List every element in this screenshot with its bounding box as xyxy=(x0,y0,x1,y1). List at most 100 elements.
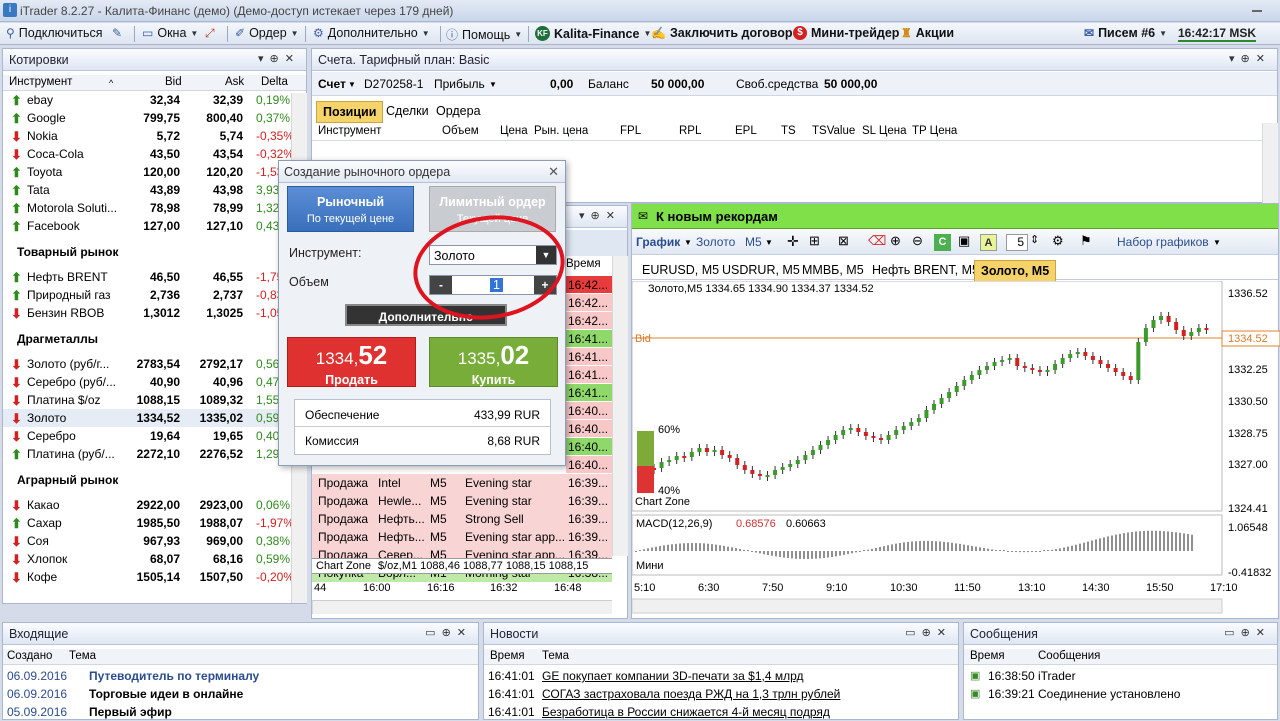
inbox-row[interactable]: 06.09.2016 Торговые идеи в онлайне xyxy=(3,685,478,703)
news-row[interactable]: 16:41:01 GE покупает компании 3D-печати з… xyxy=(484,667,958,685)
signal-time[interactable]: 16:40... xyxy=(566,438,612,455)
col-bid[interactable]: Bid xyxy=(165,76,182,88)
chevron-down-icon[interactable]: ▼ xyxy=(348,80,356,89)
quote-row[interactable]: ⬆ Сахар 1985,50 1988,07 -1,97% xyxy=(3,514,306,532)
signal-row[interactable]: Продажа Нефть... M5 Strong Sell 16:39... xyxy=(312,510,612,528)
account-id[interactable]: D270258-1 xyxy=(364,77,423,91)
col-rpl[interactable]: RPL xyxy=(679,125,701,137)
quote-row[interactable]: ⬆ Motorola Soluti... 78,98 78,99 1,32 xyxy=(3,199,306,217)
signal-time[interactable]: 16:40... xyxy=(566,420,612,437)
tab-micex[interactable]: ММВБ, M5 xyxy=(796,260,870,280)
col-time[interactable]: Время xyxy=(566,258,601,270)
col-volume[interactable]: Объем xyxy=(442,125,479,137)
quote-row[interactable]: ⬇ Кофе 1505,14 1507,50 -0,20% xyxy=(3,568,306,586)
col-tp[interactable]: TP Цена xyxy=(912,125,957,137)
connect-button[interactable]: ⚲ Подключиться xyxy=(6,26,103,40)
col-ask[interactable]: Ask xyxy=(225,76,244,88)
signal-row[interactable]: Продажа Нефть... M5 Evening star app... 16:3… xyxy=(312,528,612,546)
buy-button[interactable]: 1335,02 Купить xyxy=(429,337,558,387)
signal-time[interactable]: 16:41... xyxy=(566,348,612,365)
settings-icon[interactable]: ⚙ xyxy=(1052,233,1064,249)
messages-row[interactable]: 16:39:21 ▣ Соединение установлено xyxy=(964,685,1277,703)
panel-controls[interactable]: ▭⊕✕ xyxy=(1224,626,1271,639)
eraser-icon[interactable]: ⌫ xyxy=(868,233,886,249)
kalita-button[interactable]: KF Kalita-Finance ▼ xyxy=(535,26,651,41)
news-banner[interactable]: ✉ К новым рекордам xyxy=(632,204,1278,229)
minitrader-button[interactable]: $ Мини-трейдер xyxy=(793,26,899,40)
quote-row[interactable]: ⬇ Nokia 5,72 5,74 -0,35% xyxy=(3,127,306,145)
chart-menu[interactable]: График xyxy=(636,235,680,249)
quote-row[interactable]: ⬇ Бензин RBOB 1,3012 1,3025 -1,05 xyxy=(3,304,306,322)
panel-controls[interactable]: ▾⊕✕ xyxy=(258,52,300,65)
inbox-row[interactable]: 05.09.2016 Первый эфир xyxy=(3,703,478,721)
chart-hscroll[interactable] xyxy=(632,598,1223,614)
stocks-button[interactable]: ♜ Акции xyxy=(901,26,954,40)
profit-label[interactable]: Прибыль xyxy=(434,77,485,91)
sell-button[interactable]: 1334,52 Продать xyxy=(287,337,416,387)
col-messages[interactable]: Сообщения xyxy=(1038,650,1100,662)
signal-time[interactable]: 16:42... xyxy=(566,312,612,329)
order-menu[interactable]: ✐ Ордер ▼ xyxy=(235,26,299,40)
inbox-row[interactable]: 06.09.2016 Путеводитель по терминалу xyxy=(3,667,478,685)
tab-orders[interactable]: Ордера xyxy=(430,101,487,121)
col-time[interactable]: Время xyxy=(490,650,525,662)
zoom-in-icon[interactable]: ⊕ xyxy=(890,233,901,249)
news-row[interactable]: 16:41:01 Безработица в России снижается 4… xyxy=(484,703,958,721)
news-subject[interactable]: Безработица в России снижается 4-й месяц… xyxy=(542,705,830,719)
chevron-down-icon[interactable]: ▼ xyxy=(1213,238,1221,247)
tab-brent[interactable]: Нефть BRENT, M5 xyxy=(866,260,985,280)
quote-row[interactable]: ⬇ Какао 2922,00 2923,00 0,06% xyxy=(3,496,306,514)
stepper-icon[interactable]: ⇕ xyxy=(1030,233,1039,246)
chart-instrument[interactable]: Золото xyxy=(696,235,735,249)
quote-row[interactable]: ⬆ ebay 32,34 32,39 0,19% xyxy=(3,91,306,109)
tab-usdrur[interactable]: USDRUR, M5 xyxy=(716,260,806,280)
news-subject[interactable]: СОГАЗ застраховала поезда РЖД на 1,3 трл… xyxy=(542,687,840,701)
close-icon[interactable]: ✕ xyxy=(548,164,559,180)
col-epl[interactable]: EPL xyxy=(735,125,757,137)
quote-row[interactable]: ⬆ Facebook 127,00 127,10 0,43 xyxy=(3,217,306,235)
signal-time[interactable]: 16:42... xyxy=(566,276,612,293)
signal-time[interactable]: 16:41... xyxy=(566,384,612,401)
col-subject[interactable]: Тема xyxy=(69,650,96,662)
tab-positions[interactable]: Позиции xyxy=(316,101,384,123)
signal-time[interactable]: 16:40... xyxy=(566,456,612,473)
quote-row[interactable]: ⬇ Золото 1334,52 1335,02 0,59 xyxy=(3,409,306,427)
quote-row[interactable]: ⬆ Природный газ 2,736 2,737 -0,83 xyxy=(3,286,306,304)
col-delta[interactable]: Delta xyxy=(261,76,288,88)
fullscreen-button[interactable]: ⤢ xyxy=(205,26,215,41)
window-icon[interactable]: ▣ xyxy=(958,233,970,249)
col-sl[interactable]: SL Цена xyxy=(862,125,906,137)
col-market-price[interactable]: Рын. цена xyxy=(534,125,588,137)
tools-icon-button[interactable]: ✎ xyxy=(112,26,122,40)
col-time[interactable]: Время xyxy=(970,650,1005,662)
quote-row[interactable]: ⬇ Серебро 19,64 19,65 0,40 xyxy=(3,427,306,445)
tab-deals[interactable]: Сделки xyxy=(380,101,435,121)
panel-controls[interactable]: ▾⊕✕ xyxy=(1229,52,1271,65)
news-row[interactable]: 16:41:01 СОГАЗ застраховала поезда РЖД на… xyxy=(484,685,958,703)
quote-row[interactable]: ⬆ Нефть BRENT 46,50 46,55 -1,75 xyxy=(3,268,306,286)
zoom-out-icon[interactable]: ⊖ xyxy=(912,233,923,249)
indicators-icon[interactable]: ⚑ xyxy=(1080,233,1092,249)
quote-row[interactable]: ⬇ Серебро (руб/... 40,90 40,96 0,47 xyxy=(3,373,306,391)
news-subject[interactable]: GE покупает компании 3D-печати за $1,4 м… xyxy=(542,669,804,683)
chevron-down-icon[interactable]: ▼ xyxy=(765,238,773,247)
quote-row[interactable]: ⬇ Соя 967,93 969,00 0,38% xyxy=(3,532,306,550)
quote-row[interactable]: ⬇ Coca-Cola 43,50 43,54 -0,32% xyxy=(3,145,306,163)
signal-time[interactable]: 16:40... xyxy=(566,402,612,419)
quote-row[interactable]: ⬆ Платина (руб/... 2272,10 2276,52 1,29 xyxy=(3,445,306,463)
panel-controls[interactable]: ▭⊕✕ xyxy=(905,626,952,639)
chart-sets-menu[interactable]: Набор графиков xyxy=(1117,235,1209,249)
col-fpl[interactable]: FPL xyxy=(620,125,641,137)
contract-button[interactable]: ✍ Заключить договор xyxy=(651,26,793,40)
chart-timeframe[interactable]: M5 xyxy=(745,235,762,249)
zoom-icon[interactable]: ⊞ xyxy=(809,233,820,249)
col-ts[interactable]: TS xyxy=(781,125,796,137)
account-scrollbar[interactable] xyxy=(1262,123,1278,203)
bars-number-input[interactable]: 5 xyxy=(1006,234,1028,251)
panel-controls[interactable]: ▭⊕✕ xyxy=(425,626,472,639)
col-instrument[interactable]: Инструмент xyxy=(318,125,381,137)
chevron-down-icon[interactable]: ▼ xyxy=(684,238,692,247)
signal-row[interactable]: Продажа Intel M5 Evening star 16:39... xyxy=(312,474,612,492)
minimize-icon[interactable] xyxy=(1252,10,1262,12)
tab-eurusd[interactable]: EURUSD, M5 xyxy=(636,260,725,280)
